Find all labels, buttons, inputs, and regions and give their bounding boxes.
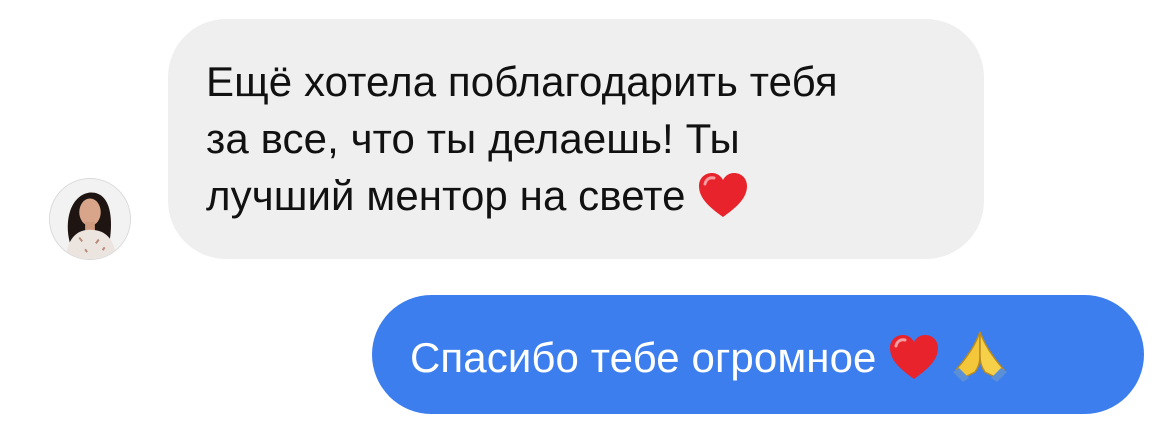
folded-hands-icon (951, 326, 1009, 382)
outgoing-message-bubble[interactable]: Спасибо тебе огромное (372, 295, 1144, 414)
incoming-message-bubble[interactable]: Ещё хотела поблагодарить тебя за все, чт… (168, 19, 984, 259)
heart-icon (696, 170, 750, 220)
sender-avatar[interactable] (49, 178, 131, 260)
message-line-2: за все, что ты делаешь! Ты (206, 115, 740, 162)
heart-icon (887, 332, 941, 382)
message-line-1: Ещё хотела поблагодарить тебя (206, 58, 838, 105)
avatar-photo-icon (50, 179, 130, 259)
message-line-3-text: лучший ментор на свете (206, 172, 686, 219)
outgoing-message-text: Спасибо тебе огромное (410, 334, 877, 381)
message-line-3: лучший ментор на свете (206, 167, 946, 224)
